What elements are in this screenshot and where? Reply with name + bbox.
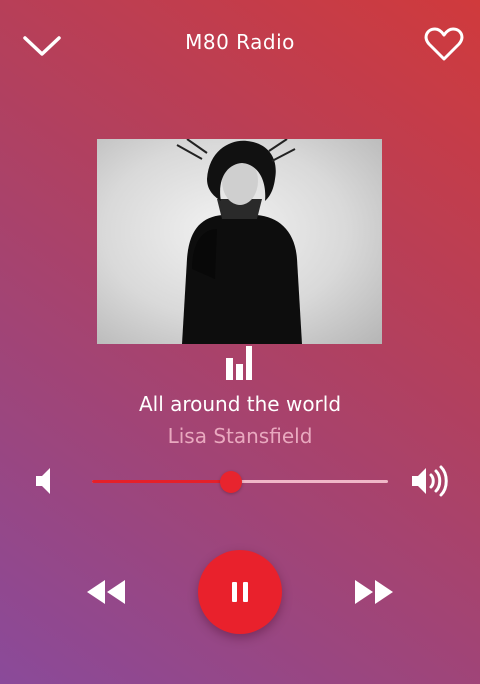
play-pause-button[interactable] (198, 550, 282, 634)
album-art-image (97, 139, 382, 344)
artist-name: Lisa Stansfield (167, 424, 313, 448)
equalizer-icon (226, 346, 252, 380)
station-title: M80 Radio (185, 30, 295, 54)
fast-forward-icon[interactable] (353, 577, 395, 607)
volume-slider[interactable] (92, 468, 388, 494)
player-screen: { "header": { "title": "M80 Radio", "col… (0, 0, 480, 684)
album-art-figure (176, 139, 302, 344)
heart-outline-icon[interactable] (424, 26, 464, 62)
pause-icon (232, 582, 248, 602)
volume-high-icon[interactable] (410, 464, 450, 498)
song-title: All around the world (138, 392, 342, 416)
volume-track-fill (92, 480, 231, 483)
volume-low-icon[interactable] (32, 466, 54, 496)
top-bar: M80 Radio (0, 0, 480, 90)
volume-thumb[interactable] (220, 471, 242, 493)
rewind-icon[interactable] (85, 577, 127, 607)
